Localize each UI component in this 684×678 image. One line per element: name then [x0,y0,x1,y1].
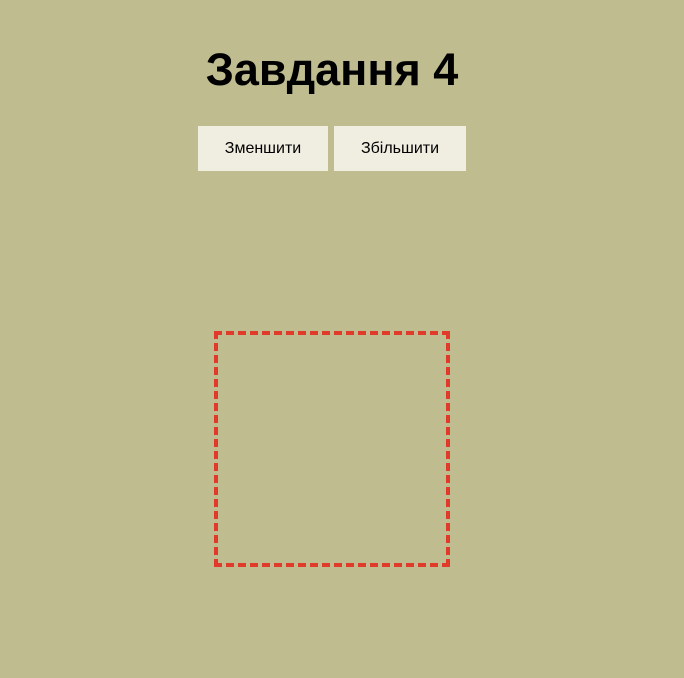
page-title: Завдання 4 [205,44,459,95]
increase-button[interactable]: Збільшити [334,126,466,171]
decrease-button[interactable]: Зменшити [198,126,328,171]
page: Завдання 4 Зменшити Збільшити [0,0,684,678]
size-controls: Зменшити Збільшити [198,126,466,171]
dashed-box [214,331,450,567]
